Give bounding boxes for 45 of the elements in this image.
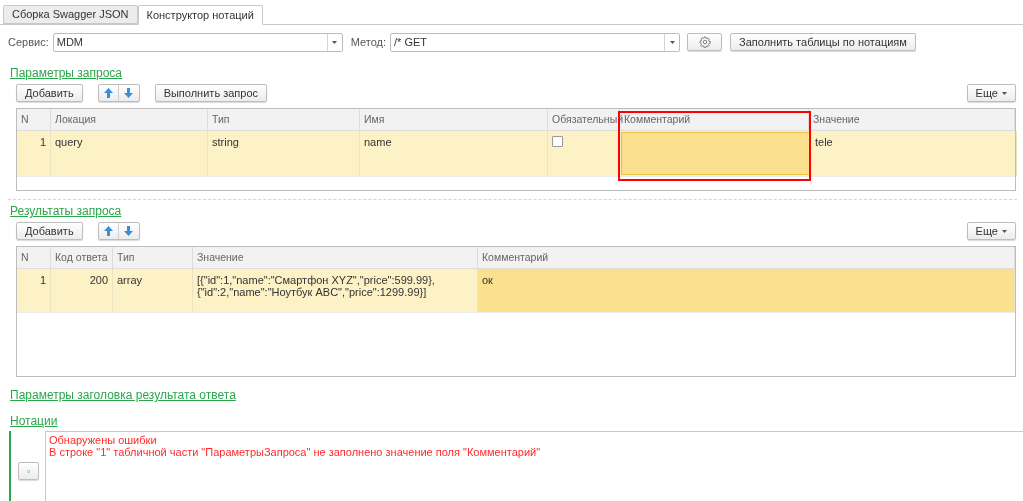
table-cell[interactable]: 200	[51, 269, 113, 312]
column-header[interactable]: Имя	[360, 109, 548, 130]
table-cell[interactable]: ок	[478, 269, 1015, 312]
table-cell[interactable]: string	[208, 131, 360, 176]
column-header[interactable]: Код ответа	[51, 247, 113, 268]
more-button[interactable]: Еще	[966, 222, 1016, 240]
dropdown-field[interactable]: MDM	[52, 32, 343, 52]
add-button[interactable]: Добавить	[16, 84, 83, 102]
settings-button[interactable]	[687, 33, 723, 51]
settings-icon	[698, 36, 711, 48]
arrow-up-icon	[103, 226, 113, 236]
add-button[interactable]: Добавить	[16, 222, 83, 240]
arrow-down-icon	[124, 88, 134, 98]
column-header[interactable]: Комментарий	[478, 247, 1015, 268]
column-header[interactable]: Тип	[208, 109, 360, 130]
run-query-button[interactable]: Выполнить запрос	[154, 84, 268, 102]
caret-icon	[1002, 229, 1007, 233]
fill-tables-button[interactable]: Заполнить таблицы по нотациям	[730, 33, 916, 51]
column-header[interactable]: Значение	[193, 247, 478, 268]
table-cell[interactable]	[621, 132, 810, 175]
column-header[interactable]: Значение	[809, 109, 1015, 130]
caret-icon	[1002, 91, 1007, 95]
field-label: Сервис:	[8, 34, 49, 50]
table-cell[interactable]: query	[51, 131, 208, 176]
refresh-button[interactable]	[17, 462, 39, 480]
column-header[interactable]: N	[17, 247, 51, 268]
column-header[interactable]: Тип	[113, 247, 193, 268]
arrow-down-icon	[124, 226, 134, 236]
dropdown-field[interactable]: /* GET	[390, 32, 681, 52]
caret-icon	[332, 40, 338, 44]
checkbox[interactable]	[552, 136, 563, 147]
notations-text-area[interactable]: Обнаружены ошибки В строке "1" табличной части "ПараметрыЗапроса" не заполнено значение поля "Комментарий"	[45, 431, 1023, 501]
table-cell[interactable]: 1	[17, 269, 51, 312]
tab[interactable]: Сборка Swagger JSON	[3, 5, 138, 24]
column-header[interactable]: N	[17, 109, 51, 130]
table-cell[interactable]: name	[360, 131, 548, 176]
caret-icon	[669, 40, 675, 44]
field-label: Метод:	[350, 34, 387, 50]
more-button[interactable]: Еще	[966, 84, 1016, 102]
table-cell[interactable]: tele	[811, 131, 1017, 176]
column-header[interactable]: Локация	[51, 109, 208, 130]
tab[interactable]: Конструктор нотаций	[137, 5, 263, 25]
table-cell[interactable]: 1	[17, 131, 51, 176]
table-cell[interactable]: array	[113, 269, 193, 312]
arrow-up-icon	[103, 88, 113, 98]
